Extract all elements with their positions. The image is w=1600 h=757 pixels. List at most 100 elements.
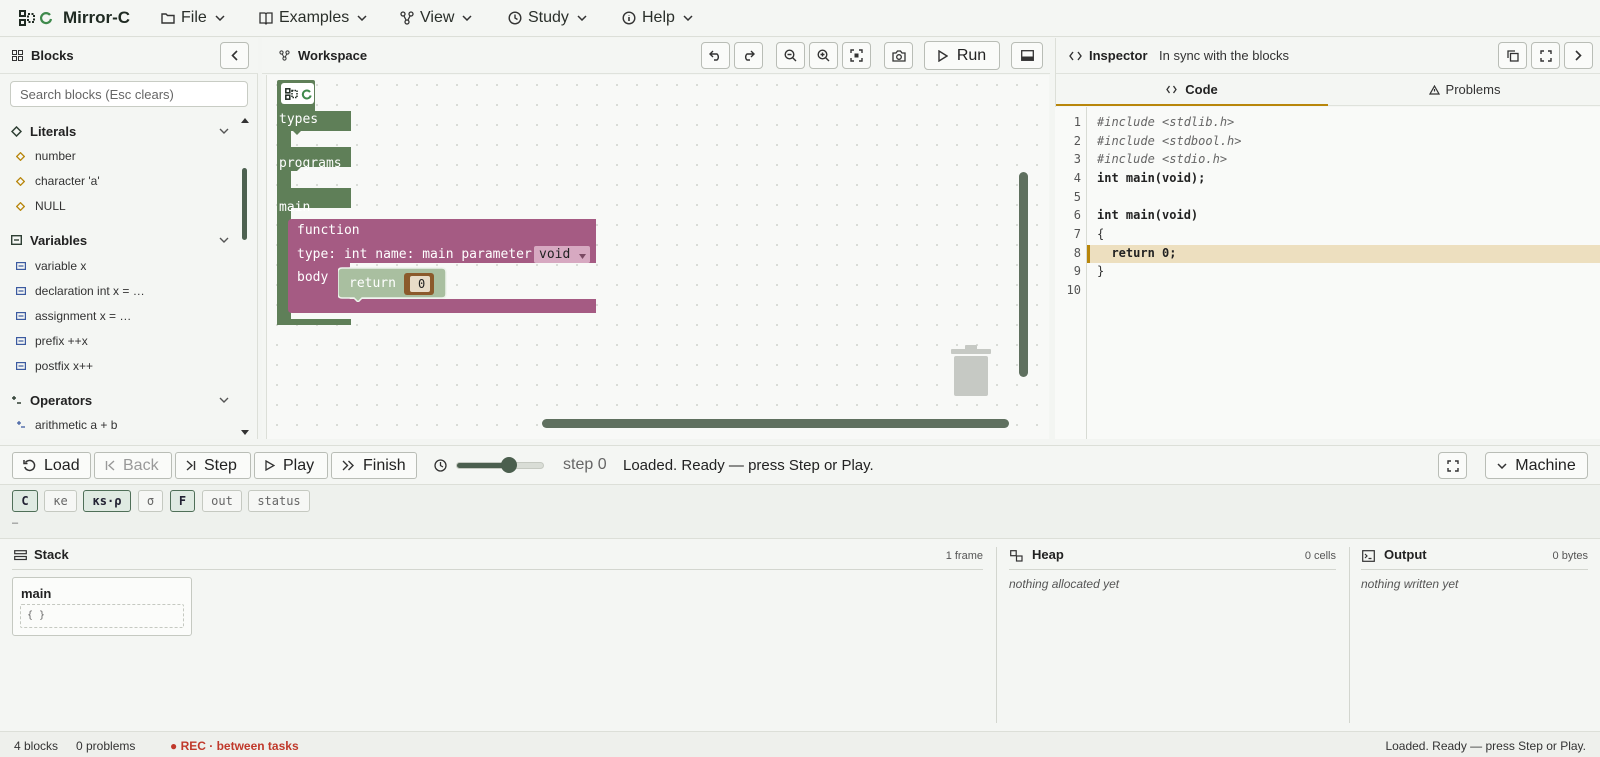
code-line: #include <stdlib.h>: [1097, 115, 1235, 129]
tab-code[interactable]: Code: [1056, 74, 1328, 106]
block-count: 4 blocks: [14, 739, 59, 753]
redo-icon: [742, 50, 755, 61]
category-operators[interactable]: Operators: [0, 389, 240, 411]
toggle-panel-button[interactable]: [1011, 42, 1043, 69]
workspace-title: Workspace: [298, 48, 368, 63]
fit-view-button[interactable]: [842, 42, 871, 69]
problem-count: 0 problems: [76, 739, 136, 753]
run-button[interactable]: Run: [924, 41, 1000, 70]
line-number: 10: [1066, 283, 1081, 297]
block-item-null[interactable]: NULL: [0, 196, 240, 216]
line-number: 3: [1073, 152, 1081, 166]
redo-button[interactable]: [734, 42, 763, 69]
scroll-down-icon[interactable]: [241, 430, 249, 435]
menu-view[interactable]: View: [400, 0, 478, 37]
speed-slider-thumb[interactable]: [500, 457, 517, 473]
dropdown-arrow-icon: [579, 254, 586, 259]
line-number: 9: [1073, 264, 1081, 278]
speed-slider[interactable]: [456, 457, 544, 473]
param-dropdown[interactable]: void: [539, 247, 570, 262]
function-label: function: [297, 223, 360, 238]
box-icon: [16, 262, 26, 270]
collapse-panel-button[interactable]: [220, 42, 249, 69]
collapse-inspector-button[interactable]: [1564, 42, 1593, 69]
workspace-canvas[interactable]: types programs main function type: int n…: [266, 75, 1049, 439]
chip-control[interactable]: C: [12, 490, 38, 512]
tab-problems[interactable]: Problems: [1328, 74, 1600, 106]
category-variables[interactable]: Variables: [0, 229, 240, 251]
step-button[interactable]: Step: [175, 452, 251, 479]
chevron-down-icon: [219, 397, 229, 403]
sync-status: In sync with the blocks: [1159, 48, 1290, 63]
menu-help[interactable]: Help: [622, 0, 699, 37]
copy-icon: [1506, 49, 1519, 62]
status-message: Loaded. Ready — press Step or Play.: [1385, 739, 1586, 753]
chevron-down-icon: [219, 237, 229, 243]
fullscreen-button[interactable]: [1531, 42, 1560, 69]
block-item-declaration[interactable]: declaration int x = …: [0, 281, 240, 301]
expand-machine-button[interactable]: [1438, 452, 1467, 479]
screenshot-button[interactable]: [884, 42, 913, 69]
return-value[interactable]: 0: [418, 277, 425, 291]
trash-icon[interactable]: [949, 343, 993, 399]
block-item-postfix[interactable]: postfix x++: [0, 356, 240, 376]
canvas-horizontal-scrollbar[interactable]: [542, 419, 1009, 428]
chevron-right-icon: [1575, 50, 1582, 61]
chip-frames[interactable]: F: [170, 490, 195, 512]
code-line: int main(void);: [1097, 171, 1206, 185]
box-icon: [16, 337, 26, 345]
load-button[interactable]: Load: [12, 452, 91, 479]
zoom-in-button[interactable]: [809, 42, 838, 69]
block-item-label: number: [35, 149, 76, 163]
zoom-out-button[interactable]: [776, 42, 805, 69]
canvas-vertical-scrollbar[interactable]: [1019, 172, 1028, 377]
program-blocks-icon: [285, 88, 298, 100]
chip-stack-continuation[interactable]: κs·ρ: [83, 490, 131, 512]
block-item-assignment[interactable]: assignment x = …: [0, 306, 240, 326]
scroll-up-icon[interactable]: [241, 118, 249, 123]
line-number: 7: [1073, 227, 1081, 241]
block-item-arithmetic[interactable]: arithmetic a + b: [0, 415, 240, 435]
frame-name: main: [21, 586, 52, 601]
block-search-input[interactable]: [10, 81, 248, 107]
block-item-variable[interactable]: variable x: [0, 256, 240, 276]
chip-store[interactable]: σ: [138, 490, 163, 512]
box-icon: [16, 287, 26, 295]
category-literals[interactable]: Literals: [0, 120, 240, 142]
chip-env-continuation[interactable]: κe: [44, 490, 77, 512]
machine-toggle-button[interactable]: Machine: [1485, 452, 1588, 479]
output-title: Output: [1384, 547, 1427, 562]
menu-examples[interactable]: Examples: [259, 0, 373, 37]
program-refresh-icon: [301, 89, 312, 100]
chip-status[interactable]: status: [248, 490, 310, 512]
undo-button[interactable]: [701, 42, 730, 69]
tab-problems-label: Problems: [1445, 82, 1501, 97]
undo-icon: [709, 50, 722, 61]
stack-frame[interactable]: main { }: [12, 577, 192, 636]
heap-title: Heap: [1032, 547, 1064, 562]
diamond-icon: [16, 176, 25, 186]
chip-out[interactable]: out: [202, 490, 242, 512]
block-item-number[interactable]: number: [0, 146, 240, 166]
play-icon: [938, 49, 948, 62]
blocks-panel: Blocks Literals number character 'a' NUL…: [0, 38, 258, 439]
menu-file[interactable]: File: [161, 0, 231, 37]
block-item-character[interactable]: character 'a': [0, 171, 240, 191]
copy-code-button[interactable]: [1498, 42, 1527, 69]
play-button[interactable]: Play: [254, 452, 328, 479]
line-number: 8: [1073, 246, 1081, 260]
stack-title: Stack: [34, 547, 69, 562]
chevron-down-icon: [1497, 462, 1507, 469]
step-counter: step 0: [563, 456, 607, 473]
chevron-down-icon: [683, 15, 693, 21]
blocks-scrollbar[interactable]: [242, 168, 247, 240]
back-label: Back: [123, 456, 159, 474]
menu-study[interactable]: Study: [508, 0, 593, 37]
load-label: Load: [44, 456, 80, 474]
block-item-prefix[interactable]: prefix ++x: [0, 331, 240, 351]
refresh-logo-icon: [39, 11, 53, 25]
chevron-down-icon: [219, 128, 229, 134]
finish-button[interactable]: Finish: [331, 452, 417, 479]
current-term: –: [12, 517, 19, 529]
back-button[interactable]: Back: [94, 452, 172, 479]
